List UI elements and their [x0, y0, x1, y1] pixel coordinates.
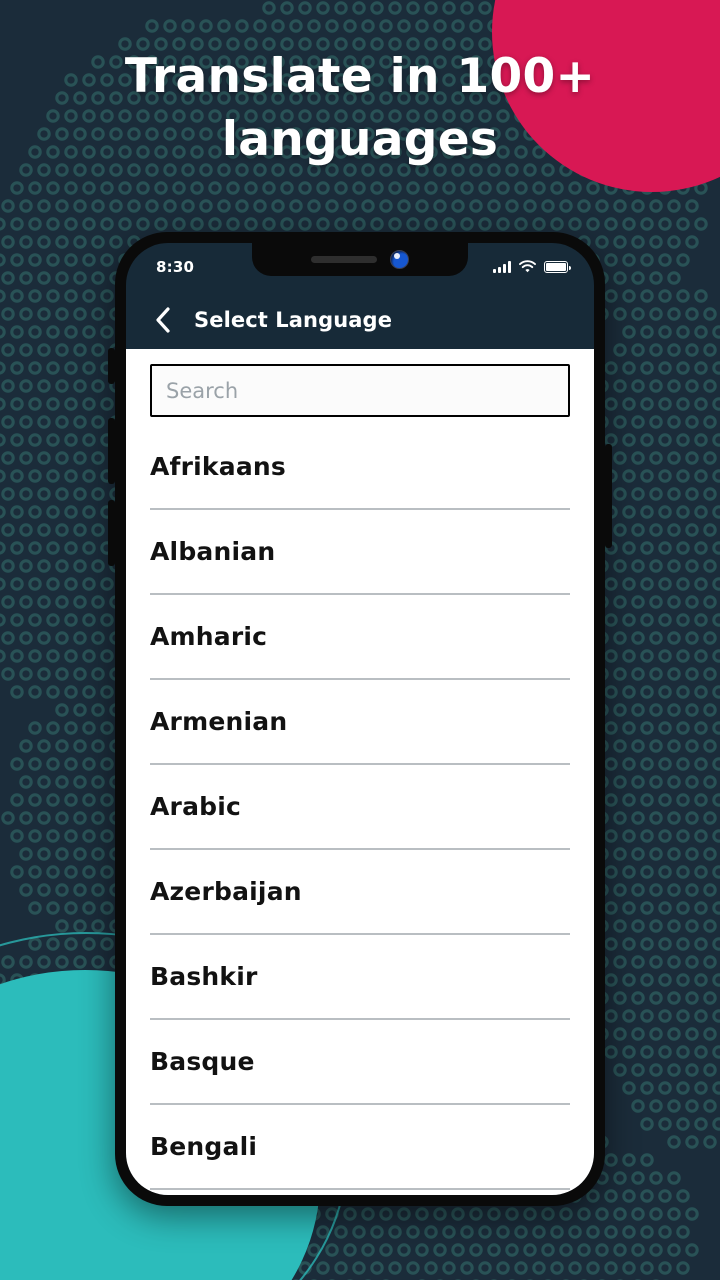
language-name: Armenian — [150, 707, 288, 736]
language-name: Azerbaijan — [150, 877, 302, 906]
language-list-item[interactable]: Basque — [150, 1020, 570, 1105]
power-button[interactable] — [605, 444, 612, 548]
language-list-item[interactable]: Arabic — [150, 765, 570, 850]
language-list-item[interactable]: Bashkir — [150, 935, 570, 1020]
search-field-wrapper — [128, 349, 592, 425]
language-list: Afrikaans Albanian Amharic Armenian Arabic Az… — [128, 425, 592, 1190]
language-name: Afrikaans — [150, 452, 286, 481]
signal-icon — [493, 261, 511, 273]
search-input[interactable] — [150, 364, 570, 417]
language-list-item[interactable]: Afrikaans — [150, 425, 570, 510]
status-bar: 8:30 — [126, 243, 594, 291]
app-store-promo-screenshot: Translate in 100+ languages 8:30 Select … — [0, 0, 720, 1280]
language-name: Arabic — [150, 792, 242, 821]
volume-down-button[interactable] — [108, 500, 115, 566]
chevron-left-icon — [156, 307, 170, 333]
language-name: Bashkir — [150, 962, 258, 991]
language-name: Bengali — [150, 1132, 258, 1161]
page-title: Select Language — [194, 308, 393, 332]
language-list-item[interactable]: Armenian — [150, 680, 570, 765]
promo-headline: Translate in 100+ languages — [124, 49, 596, 167]
status-time: 8:30 — [156, 258, 195, 276]
battery-icon — [544, 261, 571, 273]
language-name: Albanian — [150, 537, 276, 566]
phone-mockup: 8:30 Select Language Search Afrikaans Al… — [108, 232, 612, 1206]
app-header: Select Language — [126, 291, 594, 349]
silent-switch-button[interactable] — [108, 348, 115, 384]
phone-screen: 8:30 Select Language Search Afrikaans Al… — [126, 243, 594, 1195]
language-list-item[interactable]: Azerbaijan — [150, 850, 570, 935]
language-list-item[interactable]: Bengali — [150, 1105, 570, 1190]
back-button[interactable] — [152, 305, 174, 335]
language-list-item[interactable]: Albanian — [150, 510, 570, 595]
language-list-panel: Afrikaans Albanian Amharic Armenian Arabic Az… — [126, 349, 594, 1195]
language-name: Amharic — [150, 622, 268, 651]
language-list-item[interactable]: Amharic — [150, 595, 570, 680]
volume-up-button[interactable] — [108, 418, 115, 484]
language-name: Basque — [150, 1047, 255, 1076]
status-icons — [493, 258, 571, 277]
wifi-icon — [519, 258, 536, 277]
